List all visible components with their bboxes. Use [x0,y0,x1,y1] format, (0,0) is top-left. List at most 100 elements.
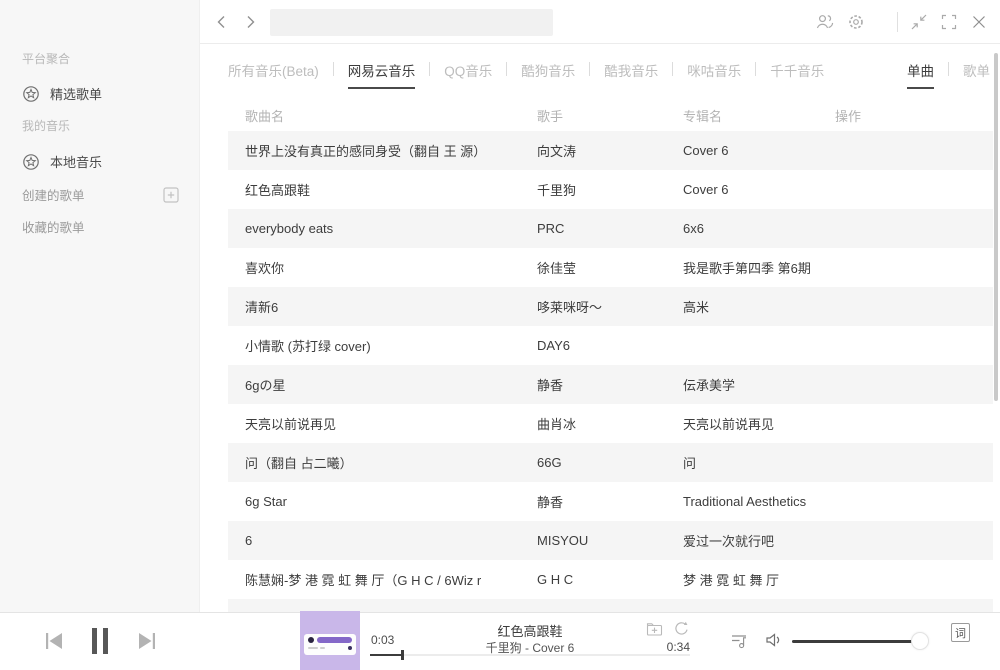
song-album: 爱过一次就行吧 [683,531,835,550]
lyrics-toggle-button[interactable]: 词 [951,623,970,642]
tab-netease[interactable]: 网易云音乐 [348,60,416,89]
table-row[interactable]: 喜欢你 徐佳莹 我是歌手第四季 第6期 [228,248,993,287]
song-artist: 向文涛 [537,141,683,160]
song-artist: MISYOU [537,533,683,548]
tab-qq-music[interactable]: QQ音乐 [444,60,492,87]
tab-separator [755,62,756,76]
volume-knob[interactable] [911,632,929,650]
sidebar-item-label: 本地音乐 [50,152,102,171]
now-playing-list-icon[interactable] [730,632,748,650]
forward-icon[interactable] [242,14,258,30]
tab-qianqian[interactable]: 千千音乐 [770,60,824,87]
volume-slider[interactable] [792,640,920,643]
volume-fill [792,640,920,643]
close-icon[interactable] [970,13,988,31]
tab-separator [948,62,949,76]
sidebar-item-created-playlists[interactable]: 创建的歌单 [22,185,179,204]
tab-separator [333,62,334,76]
song-album: Cover 6 [683,143,835,158]
add-playlist-icon[interactable] [163,187,179,203]
song-title: 陈慧娴-梦 港 霓 虹 舞 厅（G H C / 6Wiz r [245,570,537,589]
mini-mode-icon[interactable] [910,13,928,31]
tab-separator [672,62,673,76]
table-header: 歌曲名 歌手 专辑名 操作 [228,100,993,131]
tab-mode-playlists[interactable]: 歌单 [963,60,990,87]
song-album: Cover 6 [683,182,835,197]
next-track-icon[interactable] [138,632,156,650]
song-title: 红色高跟鞋 [245,180,537,199]
song-title: 6 [245,533,537,548]
sidebar-section-my-music: 我的音乐 [22,117,70,134]
song-album: 高米 [683,297,835,316]
song-title: 天亮以前说再见 [245,414,537,433]
back-icon[interactable] [214,14,230,30]
search-input[interactable] [270,9,553,36]
song-artist: PRC [537,221,683,236]
main-area: 所有音乐(Beta) 网易云音乐 QQ音乐 酷狗音乐 酷我音乐 咪咕音乐 千千音… [200,0,1000,612]
col-header-album: 专辑名 [683,106,835,125]
tab-kuwo[interactable]: 酷我音乐 [604,60,658,87]
tab-all-music[interactable]: 所有音乐(Beta) [228,60,319,87]
song-artist: 静香 [537,375,683,394]
star-circle-icon [22,85,40,103]
table-row[interactable]: 陈慧娴-梦 港 霓 虹 舞 厅（G H C / 6Wiz r G H C 梦 港… [228,560,993,599]
listen1-window: 平台聚合 精选歌单 我的音乐 本地音乐 创建的歌单 收藏的歌单 [0,0,1000,670]
song-artist: 哆莱咪呀～ [537,297,683,316]
song-table: 歌曲名 歌手 专辑名 操作 世界上没有真正的感同身受（翻自 王 源） 向文涛 C… [228,100,993,612]
col-header-actions: 操作 [835,106,993,125]
song-artist: 静香 [537,492,683,511]
table-row[interactable]: 6g Star 静香 Traditional Aesthetics [228,482,993,521]
pause-icon[interactable] [90,628,110,654]
table-row[interactable]: 6gの星 静香 伝承美学 [228,365,993,404]
tab-separator [589,62,590,76]
table-row[interactable]: 世界上没有真正的感同身受（翻自 王 源） 向文涛 Cover 6 [228,131,993,170]
col-header-artist: 歌手 [537,106,683,125]
table-row[interactable]: 红色高跟鞋 千里狗 Cover 6 [228,170,993,209]
table-row[interactable]: 问（翻自 占二曦） 66G 问 [228,443,993,482]
tab-mode-tracks[interactable]: 单曲 [907,60,934,89]
song-title: 6gの星 [245,375,537,394]
album-art[interactable] [300,611,360,670]
table-row[interactable]: 天亮以前说再见 曲肖冰 天亮以前说再见 [228,404,993,443]
song-artist: 徐佳莹 [537,258,683,277]
track-title: 红色高跟鞋 [370,621,690,640]
table-row[interactable]: 小情歌 (苏打绿 cover) DAY6 [228,326,993,365]
tab-separator [506,62,507,76]
loop-icon[interactable] [672,621,689,637]
progress-handle[interactable] [401,650,404,660]
sidebar-item-featured-playlists[interactable]: 精选歌单 [22,84,102,103]
song-title: 清新6 [245,297,537,316]
users-icon[interactable] [816,13,834,31]
song-artist: G H C [537,572,683,587]
sidebar: 平台聚合 精选歌单 我的音乐 本地音乐 创建的歌单 收藏的歌单 [0,0,200,612]
settings-gear-icon[interactable] [847,13,865,31]
fullscreen-icon[interactable] [940,13,958,31]
sidebar-item-favorited-playlists[interactable]: 收藏的歌单 [22,217,179,236]
progress-bar[interactable] [370,654,690,656]
song-artist: DAY6 [537,338,683,353]
table-row[interactable]: everybody eats PRC 6x6 [228,209,993,248]
song-artist: 曲肖冰 [537,414,683,433]
sidebar-section-platform: 平台聚合 [22,50,70,67]
table-row[interactable]: 清新6 哆莱咪呀～ 高米 [228,287,993,326]
song-album: Traditional Aesthetics [683,494,835,509]
song-album: 6x6 [683,221,835,236]
song-album: 梦 港 霓 虹 舞 厅 [683,570,835,589]
col-header-song: 歌曲名 [245,106,537,125]
tab-migu[interactable]: 咪咕音乐 [687,60,741,87]
sidebar-item-label: 收藏的歌单 [22,217,85,236]
topbar [200,0,1000,44]
player-bar: 0:03 红色高跟鞋 千里狗 - Cover 6 0:34 [0,612,1000,670]
add-to-playlist-icon[interactable] [646,621,663,637]
table-row[interactable]: 6 MISYOU 爱过一次就行吧 [228,521,993,560]
sidebar-item-local-music[interactable]: 本地音乐 [22,152,102,171]
topbar-separator [897,12,898,32]
tab-kugou[interactable]: 酷狗音乐 [521,60,575,87]
song-artist: 66G [537,455,683,470]
song-album: 我是歌手第四季 第6期 [683,258,835,277]
volume-icon[interactable] [764,630,784,650]
star-circle-icon [22,153,40,171]
previous-track-icon[interactable] [45,632,63,650]
song-title: 问（翻自 占二曦） [245,453,537,472]
scrollbar-thumb[interactable] [994,53,998,401]
